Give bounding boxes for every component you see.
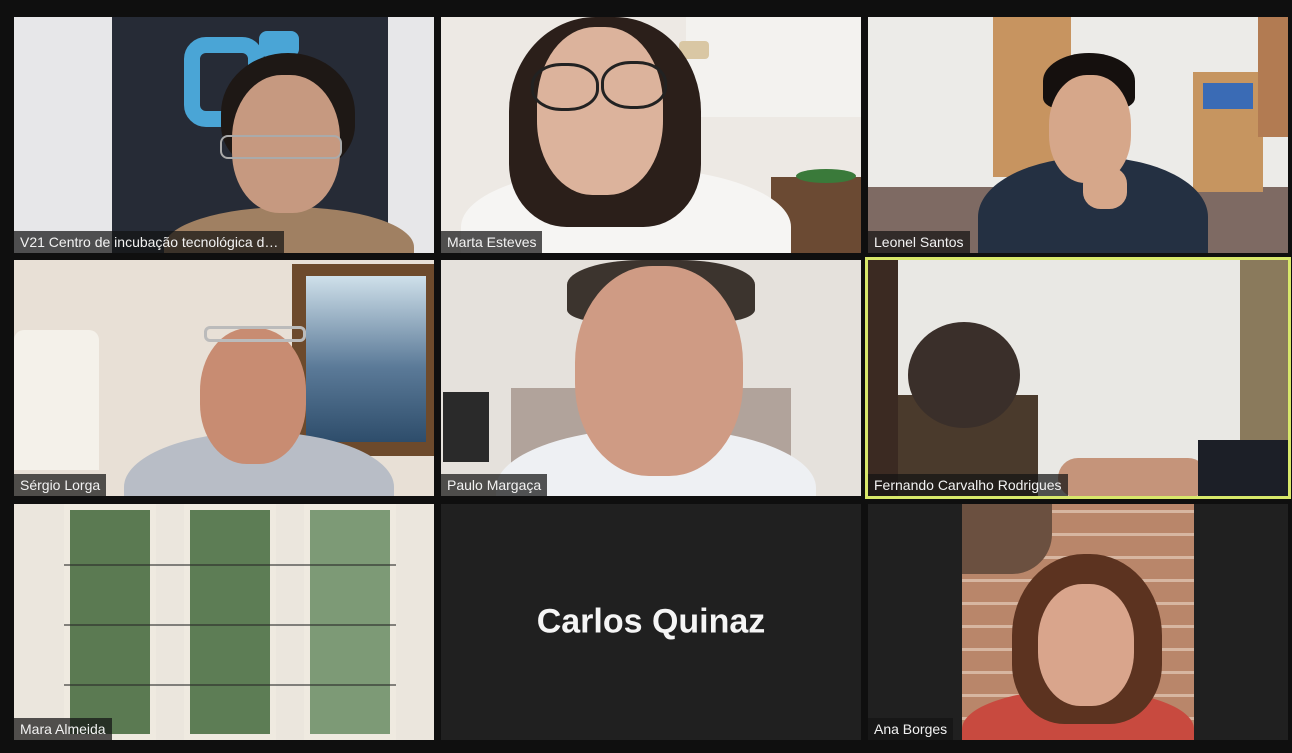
participant-name: Fernando Carvalho Rodrigues [868,474,1068,496]
video-feed [441,17,861,253]
participant-name: Leonel Santos [868,231,970,253]
video-feed [441,260,861,496]
participant-name-centered: Carlos Quinaz [536,602,766,641]
participant-name: Sérgio Lorga [14,474,107,496]
participant-name: Marta Esteves [441,231,543,253]
video-tile-mara-almeida[interactable]: Mara Almeida [14,504,434,740]
video-tile-ana-borges[interactable]: Ana Borges [868,504,1288,740]
participant-name: Ana Borges [868,718,954,740]
participant-name: Paulo Margaça [441,474,548,496]
video-feed [962,504,1194,740]
video-tile-sergio-lorga[interactable]: Sérgio Lorga [14,260,434,496]
video-tile-carlos-quinaz[interactable]: Carlos Quinaz [441,504,861,740]
video-tile-leonel-santos[interactable]: Leonel Santos [868,17,1288,253]
video-feed [14,260,434,496]
video-tile-marta-esteves[interactable]: Marta Esteves [441,17,861,253]
video-tile-paulo-margaca[interactable]: Paulo Margaça [441,260,861,496]
video-tile-v21[interactable]: V21 Centro de incubação tecnológica d… [14,17,434,253]
video-feed [868,260,1288,496]
video-grid: V21 Centro de incubação tecnológica d… M… [0,0,1292,753]
participant-name: Mara Almeida [14,718,112,740]
video-feed [14,17,434,253]
video-feed [14,504,434,740]
video-tile-fernando-carvalho-rodrigues[interactable]: Fernando Carvalho Rodrigues [865,257,1291,499]
video-feed [868,17,1288,253]
participant-name: V21 Centro de incubação tecnológica d… [14,231,285,253]
